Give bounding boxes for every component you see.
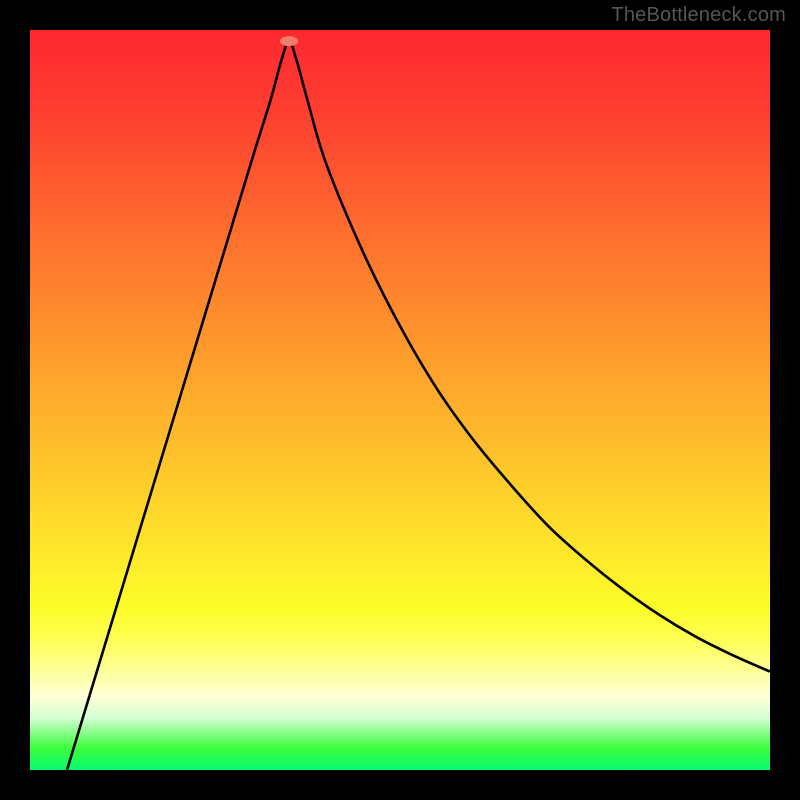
optimum-marker [280,36,298,46]
gradient-background [30,30,770,770]
watermark-text: TheBottleneck.com [611,4,786,27]
plot-area [30,30,770,770]
bottleneck-chart [30,30,770,770]
chart-container: TheBottleneck.com [0,0,800,800]
